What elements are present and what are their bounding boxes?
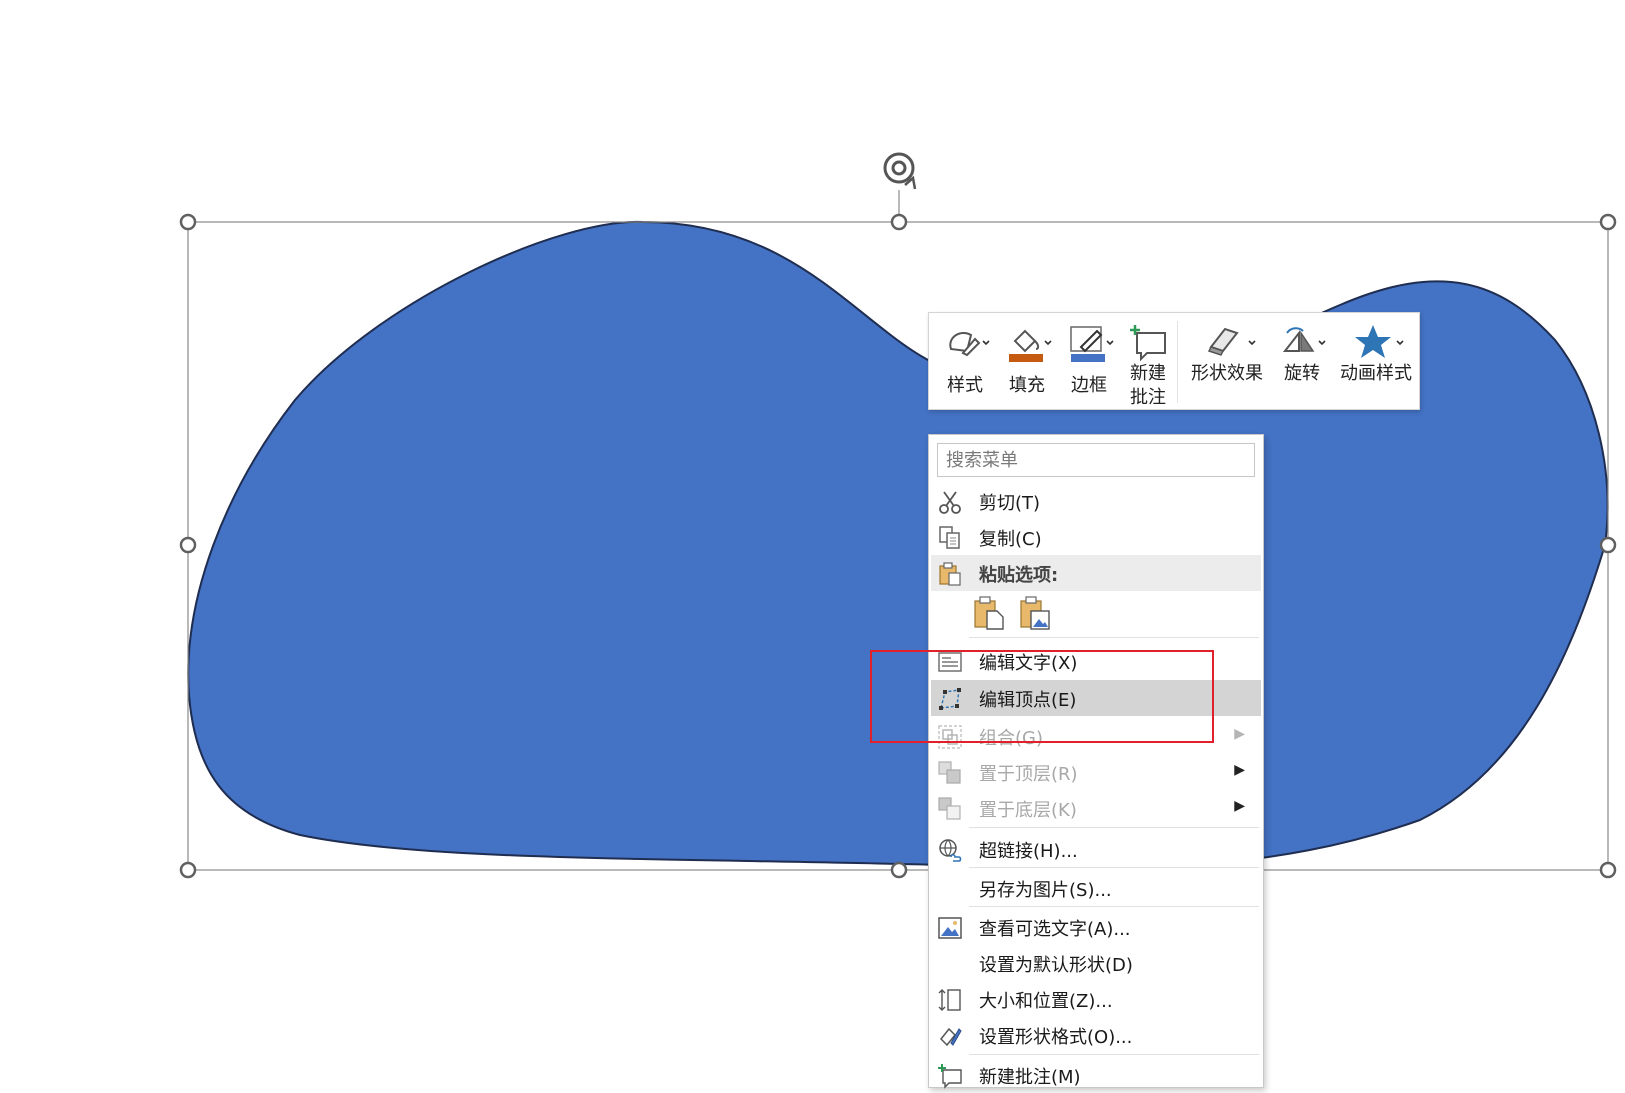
menu-item-label: 另存为图片(S)... [979, 880, 1112, 901]
resize-handle-left[interactable] [179, 536, 197, 554]
menu-item-edit-text[interactable]: 编辑文字(X) [931, 643, 1261, 679]
toolbar-separator [1177, 321, 1178, 403]
menu-item-group[interactable]: 组合(G) ▶ [931, 718, 1261, 754]
menu-separator [969, 637, 1259, 638]
fill-bucket-icon [1009, 329, 1052, 362]
fill-label: 填充 [1009, 375, 1045, 396]
paste-picture-icon [1020, 596, 1050, 630]
send-to-back-icon [938, 797, 961, 820]
pen-border-icon [1070, 326, 1114, 362]
menu-item-label: 设置为默认形状(D) [979, 955, 1133, 976]
fill-button[interactable]: 填充 [999, 313, 1055, 411]
copy-icon [939, 526, 960, 549]
menu-separator [969, 1054, 1259, 1055]
menu-header-paste-options: 粘贴选项: [931, 555, 1261, 591]
menu-item-save-as-picture[interactable]: 另存为图片(S)... [931, 870, 1261, 906]
style-icon [949, 331, 990, 357]
resize-handle-top-left[interactable] [179, 213, 197, 231]
new-comment-label-line1: 新建 [1130, 363, 1166, 384]
menu-item-copy[interactable]: 复制(C) [931, 519, 1261, 555]
size-position-icon [938, 989, 961, 1011]
menu-item-hyperlink[interactable]: 超链接(H)... [931, 831, 1261, 867]
new-comment-icon [938, 1064, 962, 1089]
rotate-label: 旋转 [1284, 363, 1320, 384]
menu-separator [969, 827, 1259, 828]
search-menu-input[interactable] [937, 443, 1255, 477]
menu-item-label: 新建批注(M) [979, 1067, 1081, 1088]
resize-handle-bottom-left[interactable] [179, 861, 197, 879]
shape-effects-button[interactable]: 形状效果 [1185, 313, 1269, 411]
resize-handle-right[interactable] [1599, 536, 1617, 554]
menu-item-send-to-back[interactable]: 置于底层(K) ▶ [931, 790, 1261, 826]
scissors-icon [939, 491, 961, 514]
menu-item-label: 超链接(H)... [979, 841, 1078, 862]
edit-text-icon [938, 652, 962, 672]
border-label: 边框 [1071, 375, 1107, 396]
resize-handle-top-right[interactable] [1599, 213, 1617, 231]
alt-text-icon [938, 917, 962, 939]
context-menu: 剪切(T) 复制(C) 粘贴选项: [928, 434, 1264, 1089]
resize-handle-top[interactable] [890, 213, 908, 231]
menu-separator [969, 906, 1259, 907]
menu-item-label: 编辑顶点(E) [979, 690, 1077, 711]
menu-item-size-and-position[interactable]: 大小和位置(Z)... [931, 981, 1261, 1017]
menu-item-new-comment[interactable]: 新建批注(M) [931, 1057, 1261, 1093]
new-comment-label-line2: 批注 [1130, 387, 1166, 408]
submenu-arrow-icon: ▶ [1234, 726, 1245, 742]
paste-icon [939, 562, 961, 586]
menu-separator [969, 867, 1259, 868]
menu-item-label: 组合(G) [979, 728, 1043, 749]
menu-item-label: 置于顶层(R) [979, 764, 1078, 785]
submenu-arrow-icon: ▶ [1234, 762, 1245, 778]
menu-item-label: 粘贴选项: [979, 565, 1059, 586]
menu-item-bring-to-front[interactable]: 置于顶层(R) ▶ [931, 754, 1261, 790]
style-label: 样式 [947, 375, 983, 396]
menu-item-set-default-shape[interactable]: 设置为默认形状(D) [931, 945, 1261, 981]
menu-item-format-shape[interactable]: 设置形状格式(O)... [931, 1017, 1261, 1053]
mini-toolbar: 样式 填充 边框 新建 批注 形状效果 旋转 动画样式 [928, 312, 1420, 410]
shape-effects-icon [1207, 327, 1256, 356]
menu-item-label: 设置形状格式(O)... [979, 1027, 1133, 1048]
style-button[interactable]: 样式 [937, 313, 993, 411]
submenu-arrow-icon: ▶ [1234, 798, 1245, 814]
paste-option-keep-formatting[interactable] [971, 595, 1007, 631]
format-shape-icon [939, 1027, 962, 1047]
menu-item-view-alt-text[interactable]: 查看可选文字(A)... [931, 909, 1261, 945]
rotate-shape-icon [1282, 327, 1326, 352]
animation-styles-label: 动画样式 [1340, 363, 1412, 384]
menu-item-label: 置于底层(K) [979, 800, 1077, 821]
shape-effects-label: 形状效果 [1191, 363, 1263, 384]
menu-item-label: 查看可选文字(A)... [979, 919, 1131, 940]
menu-item-edit-points[interactable]: 编辑顶点(E) [931, 680, 1261, 716]
menu-item-label: 大小和位置(Z)... [979, 991, 1113, 1012]
resize-handle-bottom[interactable] [890, 861, 908, 879]
border-button[interactable]: 边框 [1061, 313, 1117, 411]
resize-handle-bottom-right[interactable] [1599, 861, 1617, 879]
hyperlink-icon [939, 839, 962, 862]
new-comment-icon [1130, 325, 1166, 362]
border-color-swatch [1071, 354, 1105, 362]
paste-keep-formatting-icon [974, 596, 1004, 630]
animation-styles-button[interactable]: 动画样式 [1335, 313, 1417, 411]
new-comment-button[interactable]: 新建 批注 [1121, 313, 1175, 411]
menu-item-label: 编辑文字(X) [979, 653, 1078, 674]
star-icon [1355, 325, 1404, 358]
group-icon [938, 725, 962, 749]
menu-item-label: 剪切(T) [979, 493, 1041, 514]
slide-canvas[interactable] [0, 0, 1625, 1091]
fill-color-swatch [1009, 354, 1043, 362]
rotate-button[interactable]: 旋转 [1271, 313, 1333, 411]
bring-to-front-icon [938, 761, 961, 784]
menu-item-cut[interactable]: 剪切(T) [931, 483, 1261, 519]
menu-item-label: 复制(C) [979, 529, 1042, 550]
rotate-icon[interactable] [883, 152, 917, 190]
paste-option-picture[interactable] [1017, 595, 1053, 631]
edit-points-icon [939, 688, 961, 710]
